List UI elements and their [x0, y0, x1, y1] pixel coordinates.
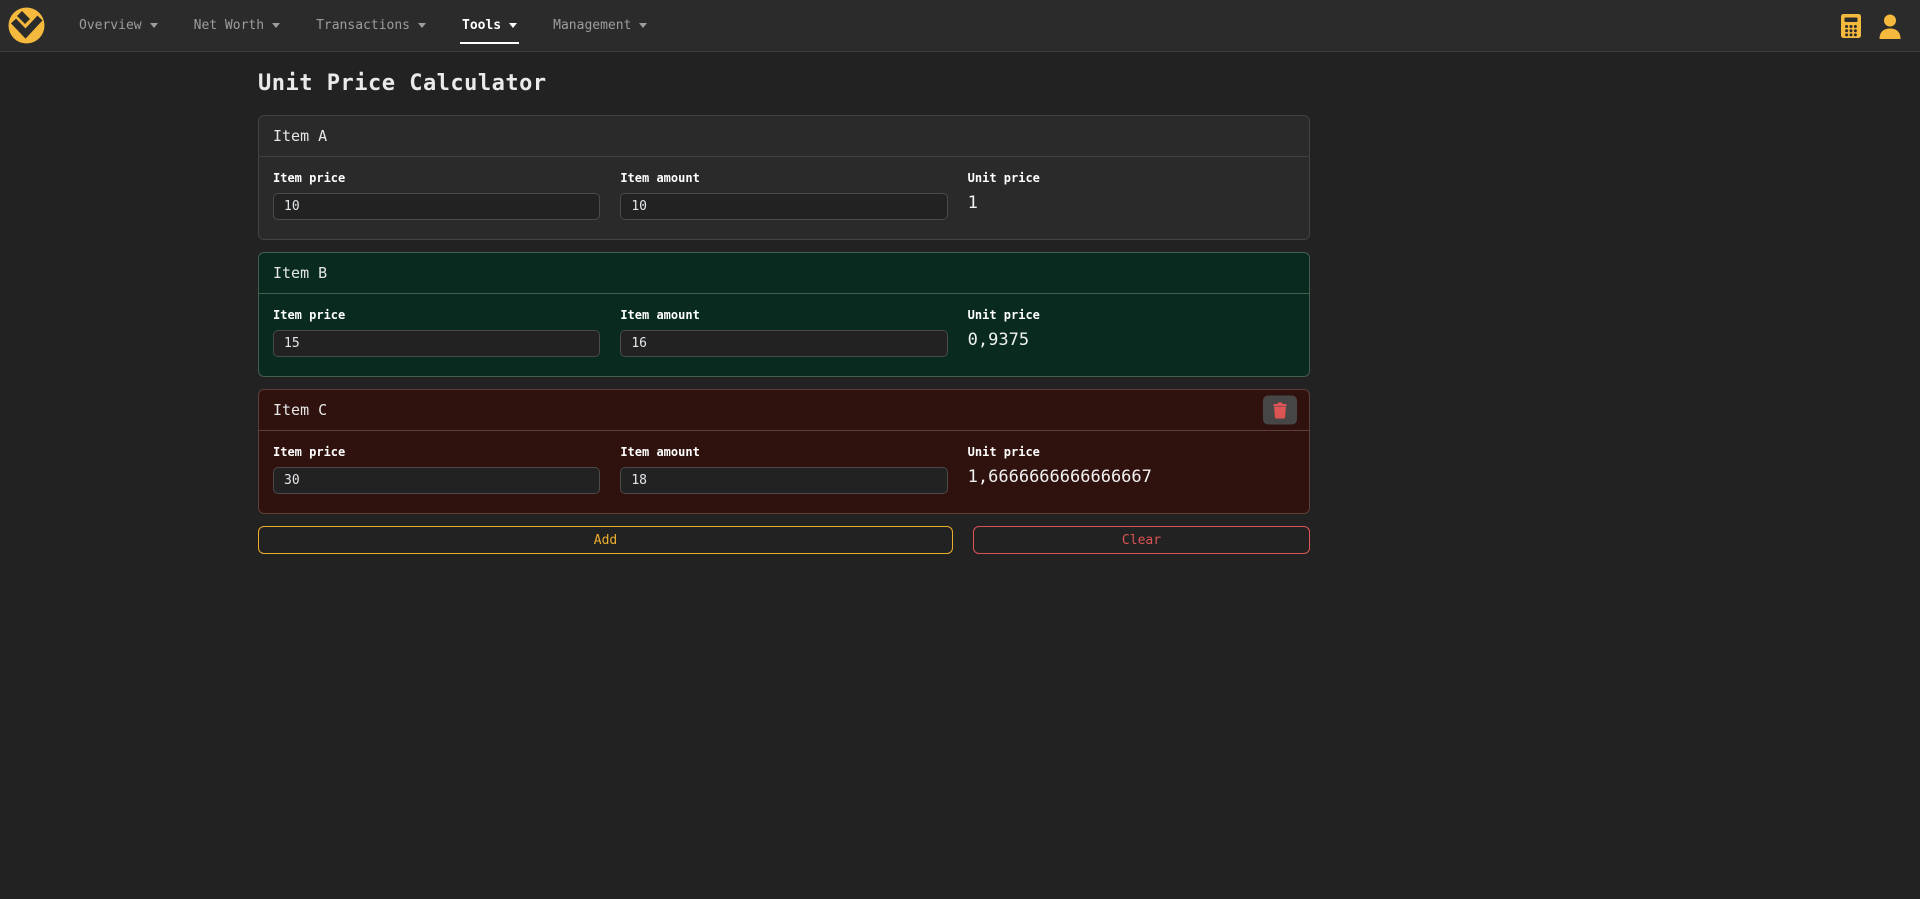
- item-card-b-body: Item price Item amount Unit price 0,9375: [259, 294, 1309, 376]
- unit-price-label: Unit price: [968, 308, 1295, 322]
- nav-item-net-worth[interactable]: Net Worth: [180, 0, 294, 51]
- unit-price-value: 1,6666666666666667: [968, 467, 1295, 487]
- nav-item-label: Transactions: [316, 18, 410, 33]
- item-name: Item B: [273, 264, 327, 282]
- unit-price-label: Unit price: [968, 171, 1295, 185]
- price-label: Item price: [273, 445, 600, 459]
- item-card-a-header: Item A: [259, 116, 1309, 157]
- nav-item-overview[interactable]: Overview: [65, 0, 172, 51]
- item-name: Item C: [273, 401, 327, 419]
- chevron-down-icon: [639, 23, 647, 28]
- amount-label: Item amount: [620, 308, 947, 322]
- amount-label: Item amount: [620, 171, 947, 185]
- nav-item-label: Tools: [462, 18, 501, 33]
- price-input[interactable]: [273, 330, 600, 357]
- chevron-down-icon: [150, 23, 158, 28]
- nav-item-label: Management: [553, 18, 631, 33]
- page-title: Unit Price Calculator: [258, 71, 1310, 96]
- price-input[interactable]: [273, 467, 600, 494]
- nav-item-label: Net Worth: [194, 18, 264, 33]
- nav-item-tools[interactable]: Tools: [448, 0, 531, 51]
- unit-price-field: Unit price 0,9375: [968, 308, 1295, 357]
- trash-icon: [1273, 402, 1287, 418]
- top-navbar: Overview Net Worth Transactions Tools Ma…: [0, 0, 1920, 52]
- item-card-a-body: Item price Item amount Unit price 1: [259, 157, 1309, 239]
- price-label: Item price: [273, 171, 600, 185]
- price-field: Item price: [273, 308, 600, 357]
- amount-field: Item amount: [620, 308, 947, 357]
- item-card-c-header: Item C: [259, 390, 1309, 431]
- amount-input[interactable]: [620, 193, 947, 220]
- price-label: Item price: [273, 308, 600, 322]
- brand-logo[interactable]: [8, 7, 45, 44]
- unit-price-value: 0,9375: [968, 330, 1295, 350]
- item-card-b-header: Item B: [259, 253, 1309, 294]
- amount-label: Item amount: [620, 445, 947, 459]
- price-field: Item price: [273, 171, 600, 220]
- nav-item-label: Overview: [79, 18, 142, 33]
- logo-icon: [8, 7, 45, 44]
- price-input[interactable]: [273, 193, 600, 220]
- item-card-a: Item A Item price Item amount Unit price…: [258, 115, 1310, 240]
- nav-menu: Overview Net Worth Transactions Tools Ma…: [65, 0, 669, 51]
- item-card-c-body: Item price Item amount Unit price 1,6666…: [259, 431, 1309, 513]
- item-name: Item A: [273, 127, 327, 145]
- unit-price-value: 1: [968, 193, 1295, 213]
- amount-input[interactable]: [620, 330, 947, 357]
- unit-price-field: Unit price 1,6666666666666667: [968, 445, 1295, 494]
- nav-item-transactions[interactable]: Transactions: [302, 0, 440, 51]
- item-card-c: Item C Item price Item amount Unit price: [258, 389, 1310, 514]
- chevron-down-icon: [418, 23, 426, 28]
- amount-field: Item amount: [620, 445, 947, 494]
- add-button[interactable]: Add: [258, 526, 953, 554]
- unit-price-field: Unit price 1: [968, 171, 1295, 220]
- chevron-down-icon: [272, 23, 280, 28]
- chevron-down-icon: [509, 23, 517, 28]
- item-card-b: Item B Item price Item amount Unit price…: [258, 252, 1310, 377]
- amount-field: Item amount: [620, 171, 947, 220]
- user-icon[interactable]: [1878, 13, 1902, 39]
- unit-price-label: Unit price: [968, 445, 1295, 459]
- amount-input[interactable]: [620, 467, 947, 494]
- actions-row: Add Clear: [258, 526, 1310, 554]
- main-content: Unit Price Calculator Item A Item price …: [258, 52, 1310, 554]
- delete-item-button[interactable]: [1263, 396, 1297, 425]
- nav-right-icons: [1840, 13, 1902, 39]
- calculator-icon[interactable]: [1840, 13, 1862, 39]
- nav-item-management[interactable]: Management: [539, 0, 661, 51]
- price-field: Item price: [273, 445, 600, 494]
- clear-button[interactable]: Clear: [973, 526, 1310, 554]
